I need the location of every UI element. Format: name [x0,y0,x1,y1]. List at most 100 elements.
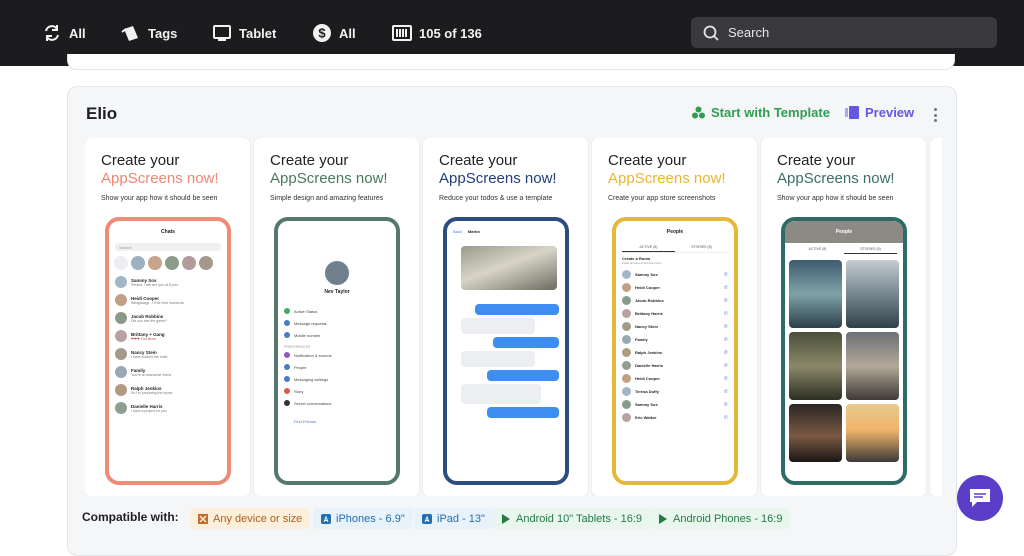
filter-price-label: All [339,25,356,41]
preview-icon [845,106,859,119]
profile-name: Nev Taylor [324,289,350,295]
filter-price-button[interactable]: $ All [312,22,356,44]
phone-mockup: Nev Taylor Active Status Message request… [274,217,400,485]
template-count-label: 105 of 136 [419,25,482,41]
phone-mockup: Back Martin [443,217,569,485]
filter-tags-label: Tags [148,25,178,41]
create-room: Create a Room Invite anyone to join the … [622,256,662,265]
search-box[interactable] [691,17,997,48]
chat-row: Danielle Harris I have a project for you [109,399,227,417]
story-tile [846,332,899,400]
person-row: Ralph Jenkins ✆ [616,346,734,359]
screenshot-card[interactable]: Create your AppScreens now! Show your ap… [761,138,926,496]
person-row: Heidi Cooper ✆ [616,281,734,294]
filter-all-label: All [69,25,86,41]
person-row: Danielle Harris ✆ [616,359,734,372]
search-icon [703,25,719,41]
chat-row: Family You're an awesome friend [109,363,227,381]
screenshot-subtitle: Create your app store screenshots [608,195,716,202]
screenshot-highlight: AppScreens now! [439,170,557,187]
preview-label: Preview [865,105,915,120]
settings-item: Story [278,385,396,397]
screenshot-heading: Create your [101,152,180,169]
message-bubble [487,407,559,418]
start-with-template-label: Start with Template [711,105,830,120]
filter-tablet-label: Tablet [239,25,277,41]
settings-item: Notification & sounds [278,349,396,361]
filter-all-button[interactable]: All [42,22,86,44]
person-row: Eric Walker ✆ [616,411,734,424]
screenshot-subtitle: Show your app how it should be seen [777,195,894,202]
stories-grid [785,256,903,466]
tablet-icon [213,25,231,41]
start-with-template-button[interactable]: Start with Template [692,105,830,120]
app-store-icon [422,513,432,524]
settings-item: Secret conversations [278,397,396,409]
phone-mockup: People ACTIVE (8) STORIES (5) Create a R… [612,217,738,485]
settings-item: Mobile number [278,329,396,341]
compat-chip-label: Android Phones - 16:9 [673,512,783,525]
screenshot-card[interactable]: Create your AppScreens now! Create your … [592,138,757,496]
previous-template-card [67,54,955,70]
google-play-icon [659,513,667,524]
screenshot-card[interactable]: Create your AppScreens now! Reduce your … [423,138,588,496]
settings-section: PREFERENCES [284,345,311,349]
chat-row: Nancy Stein I have booked the hotel [109,345,227,363]
screenshot-card[interactable] [930,138,942,496]
compat-chip-label: Android 10" Tablets - 16:9 [516,512,643,525]
google-play-icon [502,513,510,524]
settings-item: Message requests [278,317,396,329]
person-row: Teresa Duffy ✆ [616,385,734,398]
people-tabs: ACTIVE (8) STORIES (5) [791,245,897,254]
screenshot-card[interactable]: Create your AppScreens now! Show your ap… [85,138,250,496]
screenshot-heading: Create your [439,152,518,169]
compat-chip-android-phones: Android Phones - 16:9 [650,508,791,529]
phone-title: Chats [161,229,175,235]
preview-button[interactable]: Preview [845,105,914,120]
search-input[interactable] [728,25,968,40]
support-chat-button[interactable] [957,475,1003,521]
phone-title: People [785,221,903,243]
person-row: Nancy Stein ✆ [616,320,734,333]
template-icon [692,106,705,119]
more-options-button[interactable] [929,106,941,124]
phone-search: Search [115,243,221,251]
compat-chip-label: iPad - 13" [437,512,485,525]
screenshot-card[interactable]: Create your AppScreens now! Simple desig… [254,138,419,496]
compat-chip-label: iPhones - 6.9" [336,512,405,525]
screenshot-highlight: AppScreens now! [101,170,219,187]
phone-mockup: Chats Search Sammy Sox Perfect, I will se… [105,217,231,485]
stories-row [109,251,227,273]
phone-mockup: People ACTIVE (8) STORIES (5) [781,217,907,485]
any-device-icon [198,513,208,524]
phone-title: People [666,229,684,235]
filter-tablet-button[interactable]: Tablet [212,22,276,44]
compatible-label: Compatible with: [82,510,179,524]
compat-chip-android-tablets: Android 10" Tablets - 16:9 [493,508,651,529]
chat-row: Ralph Jenkins So I'm preparing the report [109,381,227,399]
person-row: Family ✆ [616,333,734,346]
story-tile [846,260,899,328]
story-tile [789,404,842,462]
filter-tags-button[interactable]: Tags [121,22,177,44]
message-bubble [475,304,559,315]
chat-row: Sammy Sox Perfect, I will see you at 8 pm… [109,273,227,291]
person-row: Sammy Sox ✆ [616,398,734,411]
screenshot-subtitle: Simple design and amazing features [270,195,384,202]
person-row: Sammy Sox ✆ [616,268,734,281]
settings-item: Active Status [278,305,396,317]
compat-chip-label: Any device or size [213,512,303,525]
chat-row: Brittany + Gang ❤❤❤ Fun times [109,327,227,345]
story-tile [789,260,842,328]
refresh-icon [45,25,59,41]
compat-chip-iphones: iPhones - 6.9" [313,508,413,529]
screenshot-heading: Create your [270,152,349,169]
template-title: Elio [86,104,118,123]
chat-row: Jacob Robbins Did you see the game? [109,309,227,327]
person-row: Jacob Robbins ✆ [616,294,734,307]
avatar [325,261,349,285]
find-friends-link: Find Friends [294,419,317,424]
svg-text:$: $ [318,26,326,41]
dollar-icon: $ [313,24,331,42]
screenshot-subtitle: Show your app how it should be seen [101,195,218,202]
